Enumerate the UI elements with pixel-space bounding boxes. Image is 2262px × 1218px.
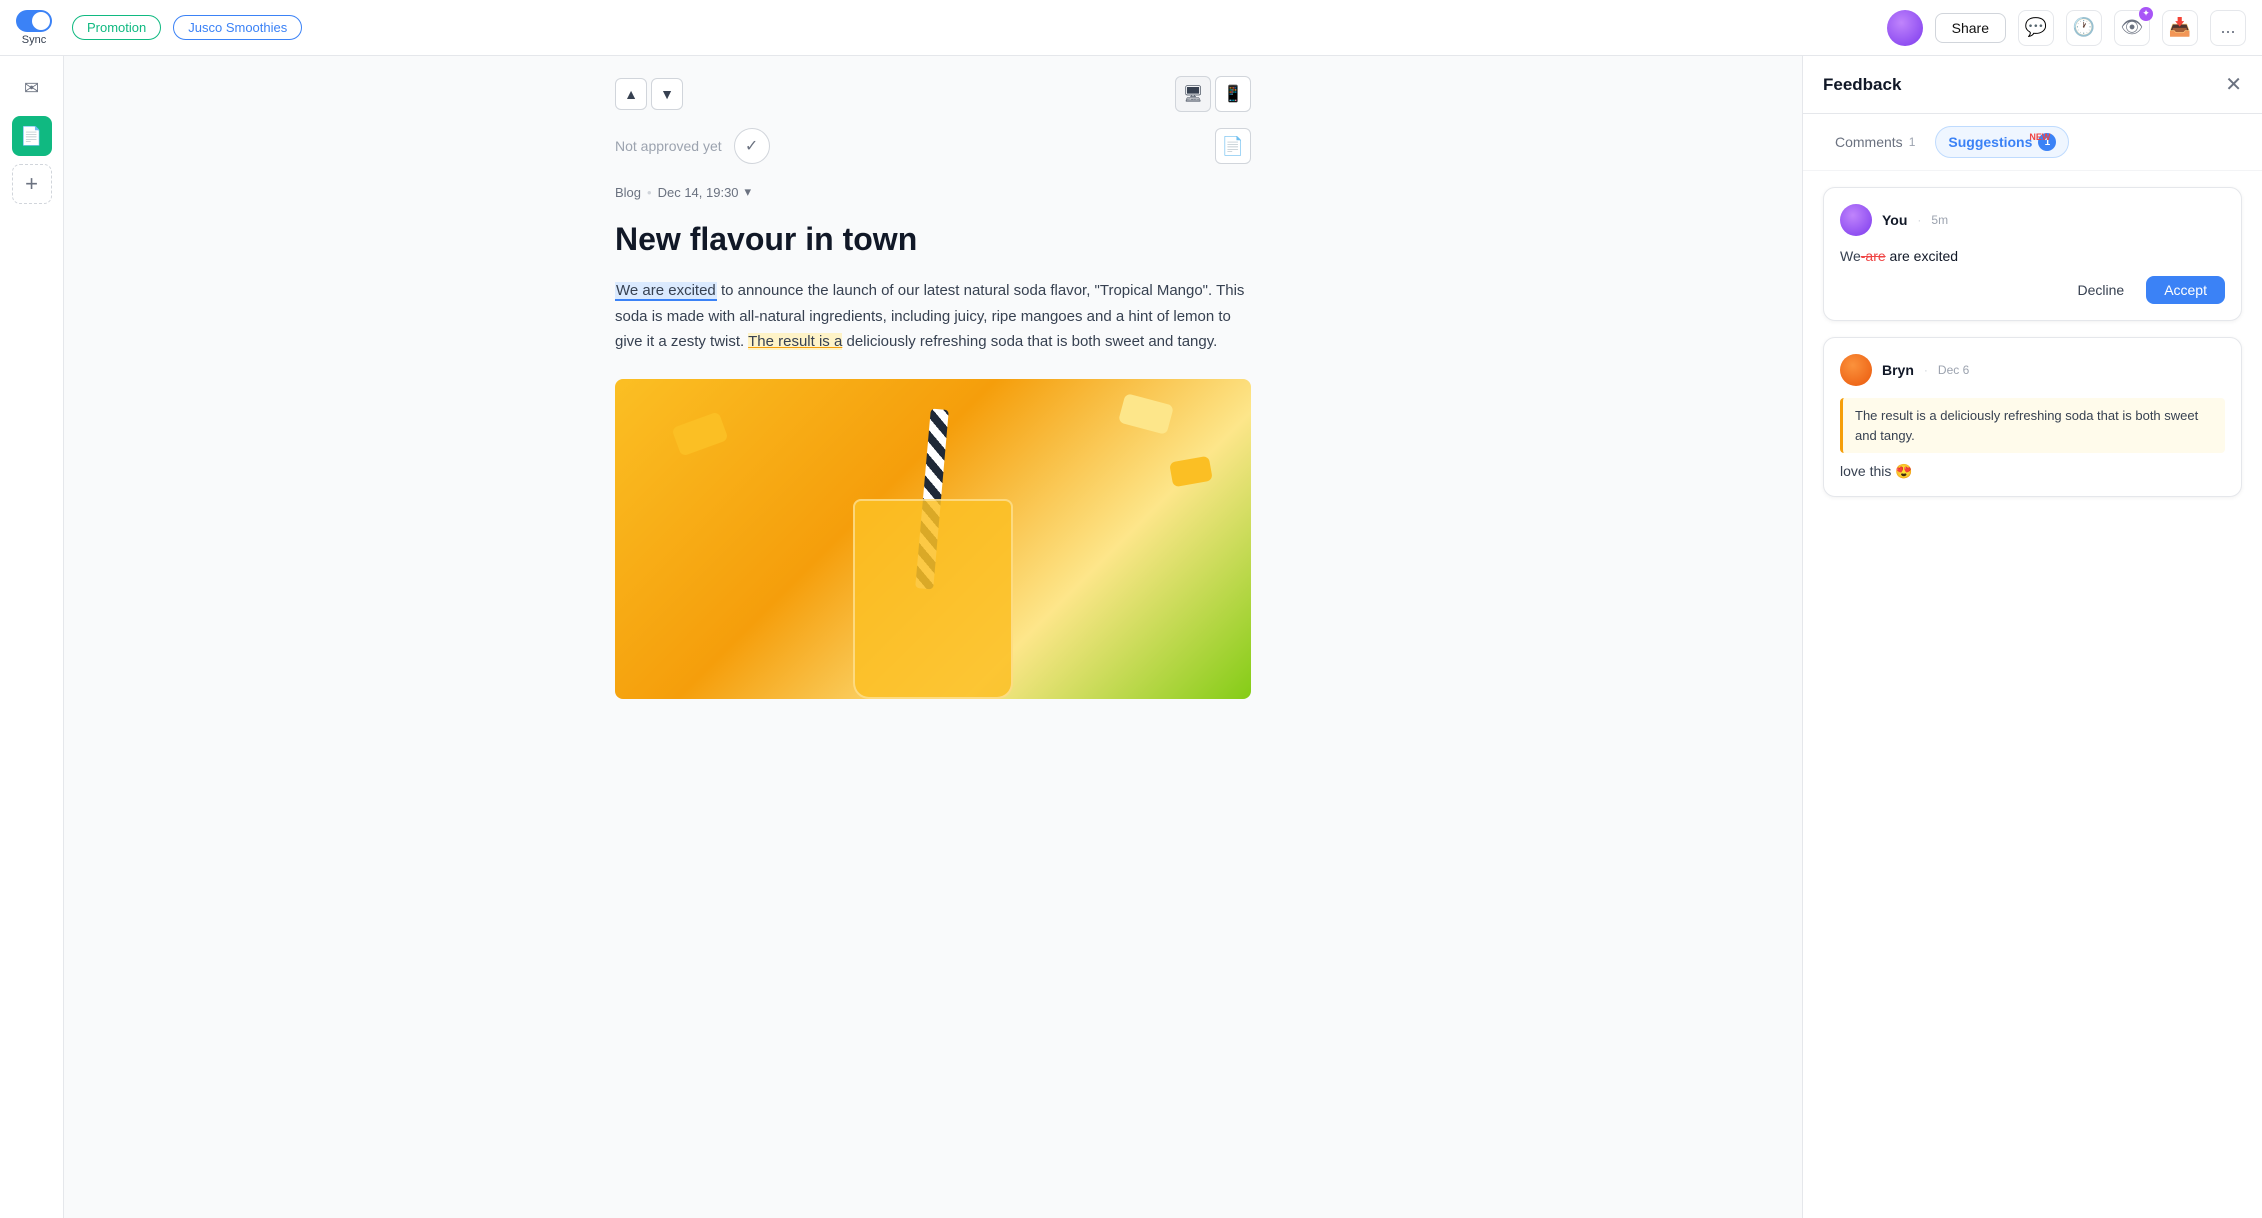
view-icon-btn[interactable]: 👁 ✦	[2114, 10, 2150, 46]
comment-card-header: Bryn · Dec 6	[1840, 354, 2225, 386]
main-layout: ✉ 📄 + ▲ ▼ 🖥 📱 Not approv	[0, 56, 2262, 1218]
doc-icon-button[interactable]: 📄	[1215, 128, 1251, 164]
add-icon: +	[25, 171, 38, 197]
separator: ·	[1917, 213, 1921, 227]
suggestion-card: You · 5m We-are are excited Decline Acce…	[1823, 187, 2242, 321]
quoted-text: The result is a deliciously refreshing s…	[1840, 398, 2225, 453]
content-inner: ▲ ▼ 🖥 📱 Not approved yet ✓ 📄 Blog • Dec …	[583, 56, 1283, 719]
tab-comments[interactable]: Comments 1	[1823, 128, 1927, 156]
sync-toggle-knob	[32, 12, 50, 30]
sync-toggle[interactable]	[16, 10, 52, 32]
project-tag[interactable]: Jusco Smoothies	[173, 15, 302, 40]
feedback-title: Feedback	[1823, 75, 1901, 95]
suggestions-label: Suggestions	[1948, 134, 2032, 150]
notification-badge: ✦	[2139, 7, 2153, 21]
inbox-icon: 📥	[2169, 17, 2191, 38]
separator: ·	[1924, 363, 1928, 377]
sidebar-item-add[interactable]: +	[12, 164, 52, 204]
comments-icon-btn[interactable]: 💬	[2018, 10, 2054, 46]
suggestion-inserted: are excited	[1886, 248, 1958, 264]
feedback-tabs: Comments 1 Suggestions NEW 1	[1803, 114, 2262, 171]
not-approved-label: Not approved yet	[615, 138, 722, 154]
blog-date: Dec 14, 19:30	[658, 185, 739, 200]
comment-body: love this 😍	[1840, 463, 2225, 480]
sidebar-item-mail[interactable]: ✉	[12, 68, 52, 108]
feedback-body: You · 5m We-are are excited Decline Acce…	[1803, 171, 2262, 1218]
sync-area: Sync	[16, 10, 52, 46]
article-title: New flavour in town	[615, 220, 1251, 258]
feedback-panel: Feedback ✕ Comments 1 Suggestions NEW 1	[1802, 56, 2262, 1218]
suggestion-text: We-are are excited	[1840, 248, 2225, 264]
highlighted-result: The result is a	[748, 333, 842, 350]
approve-button[interactable]: ✓	[734, 128, 770, 164]
nav-arrows: ▲ ▼	[615, 78, 683, 110]
history-icon: 🕐	[2073, 17, 2095, 38]
blog-meta[interactable]: Blog • Dec 14, 19:30 ▾	[615, 184, 1251, 200]
new-badge: NEW	[2029, 132, 2050, 142]
content-area: ▲ ▼ 🖥 📱 Not approved yet ✓ 📄 Blog • Dec …	[64, 56, 1802, 1218]
tab-suggestions[interactable]: Suggestions NEW 1	[1935, 126, 2069, 158]
comment-card: Bryn · Dec 6 The result is a deliciously…	[1823, 337, 2242, 497]
chat-icon: 💬	[2025, 17, 2047, 38]
highlighted-phrase: We are excited	[615, 282, 717, 301]
doc-icon: 📄	[20, 126, 42, 147]
comments-count: 1	[1909, 135, 1916, 149]
decline-button[interactable]: Decline	[2065, 276, 2136, 304]
more-options-btn[interactable]: ...	[2210, 10, 2246, 46]
glass-decoration	[853, 499, 1013, 699]
close-button[interactable]: ✕	[2225, 72, 2242, 97]
dropdown-icon: ▾	[745, 184, 752, 200]
view-toggle: 🖥 📱	[1175, 76, 1251, 112]
desktop-view-button[interactable]: 🖥	[1175, 76, 1211, 112]
suggestion-card-header: You · 5m	[1840, 204, 2225, 236]
mobile-view-button[interactable]: 📱	[1215, 76, 1251, 112]
topbar: Sync Promotion Jusco Smoothies Share 💬 🕐…	[0, 0, 2262, 56]
nav-down-button[interactable]: ▼	[651, 78, 683, 110]
comment-user: Bryn	[1882, 362, 1914, 378]
history-icon-btn[interactable]: 🕐	[2066, 10, 2102, 46]
sidebar-item-doc[interactable]: 📄	[12, 116, 52, 156]
avatar-img	[1887, 10, 1923, 46]
comments-label: Comments	[1835, 134, 1903, 150]
suggestion-deleted: -are	[1861, 248, 1886, 264]
suggestion-user: You	[1882, 212, 1907, 228]
eye-icon: 👁	[2121, 17, 2144, 38]
mail-icon: ✉	[24, 78, 39, 99]
separator: •	[647, 185, 652, 200]
more-icon: ...	[2220, 17, 2235, 38]
sync-label: Sync	[22, 34, 46, 46]
article-text-4: deliciously refreshing soda that is both…	[842, 333, 1217, 350]
approval-bar: Not approved yet ✓ 📄	[615, 128, 1251, 164]
suggestion-time: 5m	[1931, 213, 1948, 227]
you-avatar	[1840, 204, 1872, 236]
bryn-avatar	[1840, 354, 1872, 386]
suggestion-text-before: We	[1840, 248, 1861, 264]
feedback-header: Feedback ✕	[1803, 56, 2262, 114]
suggestion-actions: Decline Accept	[1840, 276, 2225, 304]
suggestions-label-wrap: Suggestions NEW	[1948, 134, 2032, 150]
promotion-tag[interactable]: Promotion	[72, 15, 161, 40]
content-toolbar: ▲ ▼ 🖥 📱	[615, 76, 1251, 112]
comment-date: Dec 6	[1938, 363, 1969, 377]
blog-label: Blog	[615, 185, 641, 200]
mango-decoration-2	[1118, 393, 1174, 435]
smoothie-image	[615, 379, 1251, 699]
left-sidebar: ✉ 📄 +	[0, 56, 64, 1218]
inbox-icon-btn[interactable]: 📥	[2162, 10, 2198, 46]
accept-button[interactable]: Accept	[2146, 276, 2225, 304]
article-body: We are excited to announce the launch of…	[615, 278, 1251, 355]
mango-decoration-3	[1169, 456, 1213, 488]
mango-decoration	[671, 411, 728, 456]
nav-up-button[interactable]: ▲	[615, 78, 647, 110]
share-button[interactable]: Share	[1935, 13, 2006, 43]
avatar[interactable]	[1887, 10, 1923, 46]
